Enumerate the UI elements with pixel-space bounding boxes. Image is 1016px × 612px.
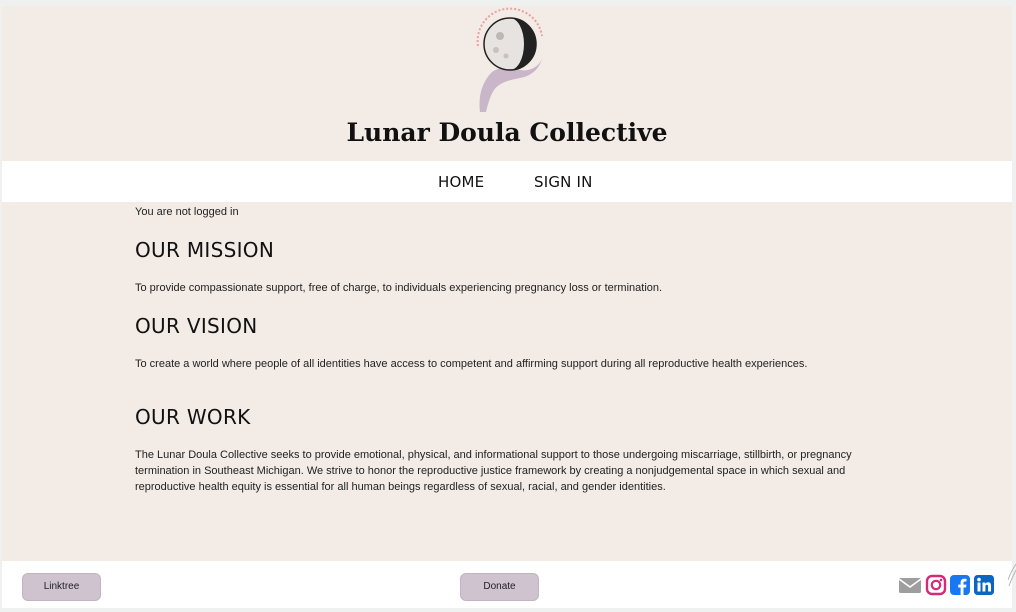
mission-text: To provide compassionate support, free o… — [135, 282, 663, 294]
login-status: You are not logged in — [135, 206, 239, 218]
logo[interactable] — [470, 6, 550, 112]
work-text: The Lunar Doula Collective seeks to prov… — [135, 449, 852, 493]
main-nav: HOME SIGN IN — [2, 161, 1012, 202]
nav-sign-in[interactable]: SIGN IN — [534, 173, 593, 191]
site-footer: Linktree Donate — [2, 561, 1012, 608]
mail-icon[interactable] — [898, 574, 922, 596]
donate-button[interactable]: Donate — [460, 573, 539, 601]
linktree-button[interactable]: Linktree — [22, 573, 101, 601]
facebook-icon[interactable] — [949, 574, 971, 596]
vision-heading: OUR VISION — [135, 314, 258, 338]
mission-heading: OUR MISSION — [135, 238, 275, 262]
vision-text: To create a world where people of all id… — [135, 358, 808, 370]
background-line-decoration — [1008, 563, 1016, 587]
linkedin-icon[interactable] — [973, 574, 995, 596]
site-title: Lunar Doula Collective — [346, 118, 668, 147]
instagram-icon[interactable] — [925, 574, 947, 596]
site-header: Lunar Doula Collective — [2, 6, 1012, 160]
work-heading: OUR WORK — [135, 405, 251, 429]
page-frame: Lunar Doula Collective HOME SIGN IN You … — [2, 6, 1012, 608]
nav-home[interactable]: HOME — [438, 173, 484, 191]
